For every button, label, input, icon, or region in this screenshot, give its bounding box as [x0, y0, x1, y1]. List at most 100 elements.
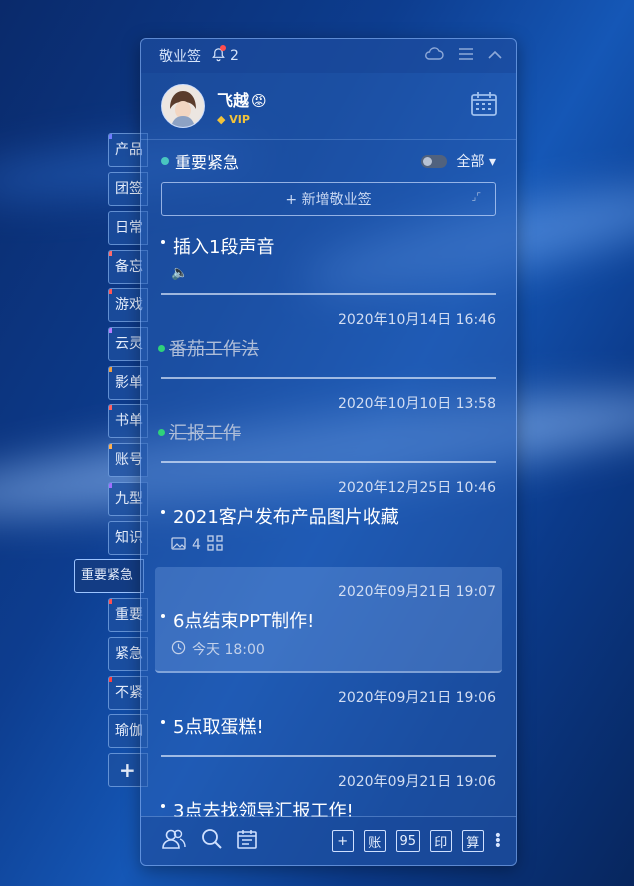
username: 飞越: [217, 90, 250, 110]
tab-color-marker: [109, 483, 112, 488]
bullet-icon: [161, 720, 165, 724]
done-dot-icon: [158, 344, 165, 352]
tab-label: 九型: [115, 491, 143, 507]
note-title: 6点结束PPT制作!: [173, 611, 315, 632]
tab-color-marker: [109, 522, 112, 527]
tab-label: 瑜伽: [115, 723, 143, 739]
bullet-icon: [161, 240, 165, 244]
tab-color-marker: [109, 134, 112, 139]
note-timestamp: 2020年12月25日 10:46: [337, 480, 496, 496]
image-count: 4: [192, 537, 201, 553]
tab-label: 备忘: [115, 259, 143, 275]
show-completed-toggle[interactable]: [420, 154, 447, 168]
count-95-button[interactable]: 95: [395, 830, 420, 852]
menu-icon[interactable]: [458, 48, 474, 64]
note-item[interactable]: 2020年10月14日 16:46 番茄工作法: [158, 295, 496, 379]
note-timestamp: 2020年09月21日 19:06: [337, 774, 496, 790]
note-item-selected[interactable]: 2020年09月21日 19:07 6点结束PPT制作! 今天 18:00: [155, 567, 502, 673]
clock-icon: [171, 640, 186, 659]
note-item[interactable]: 插入1段声音 🔈: [161, 233, 496, 295]
vip-label: VIP: [229, 112, 250, 126]
note-title: 3点去找领导汇报工作!: [173, 801, 354, 817]
calendar-icon[interactable]: [470, 91, 498, 121]
note-item[interactable]: 2020年09月21日 19:06 5点取蛋糕!: [161, 673, 496, 757]
tab-label: 重要: [115, 607, 143, 623]
scope-dropdown[interactable]: 全部 ▾: [457, 151, 496, 171]
add-note-button[interactable]: + 新增敬业签 ⌟⌜: [161, 182, 496, 216]
user-profile-row: 飞越 😡 ◆ VIP: [141, 73, 516, 140]
cloud-sync-icon[interactable]: [424, 47, 444, 65]
vip-badge: ◆ VIP: [217, 112, 250, 126]
note-title: 5点取蛋糕!: [173, 717, 264, 738]
tab-color-marker: [109, 173, 112, 178]
tab-label: 产品: [115, 142, 143, 158]
tab-label: 游戏: [115, 297, 143, 313]
qr-grid-icon[interactable]: [207, 535, 223, 555]
note-item[interactable]: 2020年09月21日 19:06 3点去找领导汇报工作!: [161, 757, 496, 817]
category-color-dot: [161, 157, 169, 165]
tab-label: 团签: [115, 181, 143, 197]
audio-icon[interactable]: 🔈: [171, 265, 188, 281]
category-filter-row: 重要紧急 全部 ▾: [141, 140, 516, 182]
collapse-chevron-icon[interactable]: [488, 48, 502, 64]
bell-icon[interactable]: [211, 44, 226, 66]
notes-panel: 敬业签 2 飞越 😡 ◆ VIP 重要紧急 全部 ▾ + 新增敬业签 ⌟⌜ 插入…: [140, 38, 517, 866]
mood-emoji: 😡: [251, 91, 267, 110]
search-icon[interactable]: [201, 828, 223, 854]
tab-color-marker: [109, 599, 112, 604]
tab-color-marker: [109, 289, 112, 294]
note-item[interactable]: 2020年10月10日 13:58 汇报工作: [158, 379, 496, 463]
tab-color-marker: [109, 638, 112, 643]
tab-label: 账号: [115, 452, 143, 468]
tab-label: 重要紧急: [81, 568, 134, 583]
bullet-icon: [161, 614, 165, 618]
quick-add-button[interactable]: +: [331, 830, 354, 852]
tab-color-marker: [109, 715, 112, 720]
sidebar-tab-active[interactable]: 重要紧急: [74, 559, 144, 593]
calculator-button[interactable]: 算: [461, 830, 484, 852]
done-dot-icon: [158, 428, 165, 436]
ledger-button[interactable]: 账: [363, 830, 386, 852]
expand-icon[interactable]: ⌟⌜: [472, 192, 481, 203]
app-title: 敬业签: [159, 49, 201, 65]
note-timestamp: 2020年10月14日 16:46: [337, 312, 496, 328]
notes-list[interactable]: 插入1段声音 🔈 2020年10月14日 16:46 番茄工作法 2020年10…: [141, 233, 516, 817]
tab-color-marker: [75, 560, 78, 565]
bottom-toolbar: + 账 95 印 算 • • •: [141, 816, 516, 865]
tab-label: 不紧: [115, 685, 143, 701]
tab-color-marker: [109, 677, 112, 682]
note-title: 汇报工作: [169, 423, 241, 444]
tab-label: 云灵: [115, 336, 143, 352]
bullet-icon: [161, 510, 165, 514]
tab-label: 日常: [115, 220, 143, 236]
tab-color-marker: [109, 444, 112, 449]
titlebar[interactable]: 敬业签 2: [141, 39, 516, 73]
note-item[interactable]: 2020年12月25日 10:46 2021客户发布产品图片收藏 4: [161, 463, 496, 567]
note-title: 番茄工作法: [169, 339, 259, 360]
tab-color-marker: [109, 367, 112, 372]
tab-label: 紧急: [115, 646, 143, 662]
tab-color-marker: [109, 251, 112, 256]
more-vertical-icon[interactable]: • • •: [494, 829, 502, 853]
tab-label: 知识: [115, 530, 143, 546]
note-title: 插入1段声音: [173, 237, 275, 258]
notification-dot: [220, 44, 226, 51]
notification-count: 2: [230, 48, 239, 64]
tab-color-marker: [109, 328, 112, 333]
contacts-icon[interactable]: [161, 828, 187, 854]
tab-color-marker: [109, 405, 112, 410]
note-timestamp: 2020年09月21日 19:07: [337, 584, 496, 600]
tab-color-marker: [109, 212, 112, 217]
tab-label: 书单: [115, 413, 143, 429]
add-note-label: + 新增敬业签: [285, 192, 372, 208]
reminder-time: 今天 18:00: [192, 642, 265, 658]
note-title: 2021客户发布产品图片收藏: [173, 507, 399, 528]
calendar-list-icon[interactable]: [237, 829, 257, 853]
note-timestamp: 2020年09月21日 19:06: [337, 690, 496, 706]
plus-icon: +: [119, 758, 136, 782]
image-icon[interactable]: [171, 536, 186, 554]
bullet-icon: [161, 804, 165, 808]
print-button[interactable]: 印: [429, 830, 452, 852]
tab-label: 影单: [115, 375, 143, 391]
avatar[interactable]: [161, 84, 205, 128]
